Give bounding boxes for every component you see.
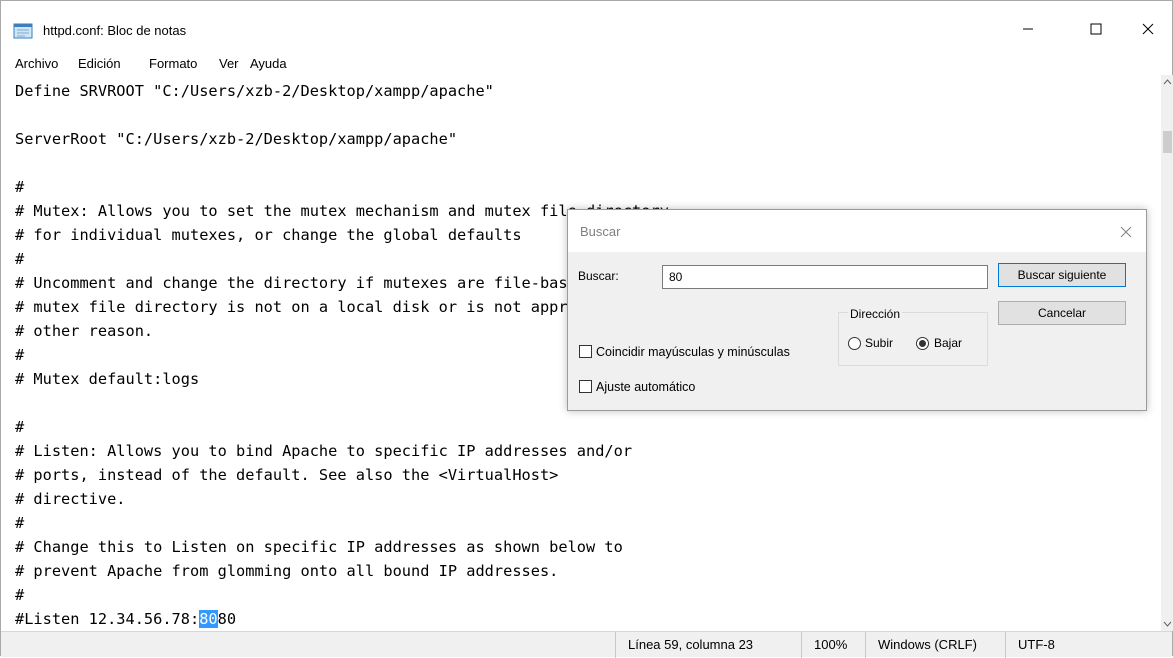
menu-item-ver[interactable]: Ver	[219, 56, 239, 71]
wrap-around-checkbox[interactable]	[579, 380, 592, 393]
editor-line: # ports, instead of the default. See als…	[15, 466, 559, 484]
dialog-close-button[interactable]	[1114, 220, 1138, 244]
maximize-icon	[1090, 23, 1102, 35]
notepad-icon	[13, 23, 33, 39]
editor-line: # directive.	[15, 490, 126, 508]
editor-line: #	[15, 250, 25, 268]
editor-line: #	[15, 586, 25, 604]
match-case-label[interactable]: Coincidir mayúsculas y minúsculas	[596, 345, 790, 359]
editor-line: Define SRVROOT "C:/Users/xzb-2/Desktop/x…	[15, 82, 494, 100]
window-title: httpd.conf: Bloc de notas	[43, 23, 187, 38]
minimize-button[interactable]	[1005, 11, 1051, 47]
direction-label: Dirección	[848, 307, 903, 321]
direction-down-label[interactable]: Bajar	[934, 336, 962, 350]
status-zoom: 100%	[801, 632, 865, 658]
status-line-ending: Windows (CRLF)	[865, 632, 1005, 658]
selected-text[interactable]: 80	[199, 610, 218, 628]
minimize-icon	[1023, 28, 1033, 30]
dialog-title-bar[interactable]: Buscar	[568, 210, 1146, 252]
dialog-title: Buscar	[580, 224, 621, 239]
direction-up-radio[interactable]	[848, 337, 861, 350]
menu-bar: Archivo Edición Formato Ver Ayuda	[1, 53, 1172, 75]
direction-up-label[interactable]: Subir	[865, 336, 893, 350]
close-icon	[1120, 226, 1132, 238]
menu-item-ayuda[interactable]: Ayuda	[250, 56, 287, 71]
editor-line-current: #Listen 12.34.56.78:8080	[15, 607, 236, 631]
editor-line: # Change this to Listen on specific IP a…	[15, 538, 623, 556]
line-text: 80	[217, 610, 237, 628]
title-bar[interactable]: httpd.conf: Bloc de notas	[1, 1, 1172, 53]
find-dialog: Buscar Buscar: 80 Buscar siguiente Cance…	[567, 209, 1147, 411]
find-next-button[interactable]: Buscar siguiente	[998, 263, 1126, 287]
line-text: #Listen 12.34.56.78:	[15, 610, 200, 628]
notepad-window: httpd.conf: Bloc de notas Archivo Edició…	[0, 0, 1173, 658]
wrap-around-label[interactable]: Ajuste automático	[596, 380, 695, 394]
close-button[interactable]	[1125, 11, 1171, 47]
editor-line: # other reason.	[15, 322, 154, 340]
search-label: Buscar:	[578, 269, 619, 283]
maximize-button[interactable]	[1073, 11, 1119, 47]
cancel-button[interactable]: Cancelar	[998, 301, 1126, 325]
vertical-scrollbar[interactable]	[1161, 75, 1173, 631]
menu-item-edicion[interactable]: Edición	[78, 56, 121, 71]
scroll-down-icon[interactable]	[1163, 619, 1172, 629]
editor-line: # prevent Apache from glomming onto all …	[15, 562, 559, 580]
match-case-checkbox[interactable]	[579, 345, 592, 358]
scrollbar-thumb[interactable]	[1163, 131, 1172, 153]
close-icon	[1142, 23, 1154, 35]
editor-line: #	[15, 178, 25, 196]
scroll-up-icon[interactable]	[1163, 77, 1172, 87]
editor-line: # Mutex default:logs	[15, 370, 200, 388]
direction-down-radio[interactable]	[916, 337, 929, 350]
menu-item-formato[interactable]: Formato	[149, 56, 197, 71]
editor-line: #	[15, 514, 25, 532]
editor-line: #	[15, 418, 25, 436]
editor-line: #	[15, 346, 25, 364]
search-input[interactable]: 80	[662, 265, 988, 289]
status-encoding: UTF-8	[1005, 632, 1161, 658]
editor-line: ServerRoot "C:/Users/xzb-2/Desktop/xampp…	[15, 130, 458, 148]
menu-item-archivo[interactable]: Archivo	[15, 56, 58, 71]
status-bar: Línea 59, columna 23 100% Windows (CRLF)…	[1, 631, 1172, 658]
editor-line: # Listen: Allows you to bind Apache to s…	[15, 442, 633, 460]
editor-line: # for individual mutexes, or change the …	[15, 226, 522, 244]
status-position: Línea 59, columna 23	[615, 632, 801, 658]
